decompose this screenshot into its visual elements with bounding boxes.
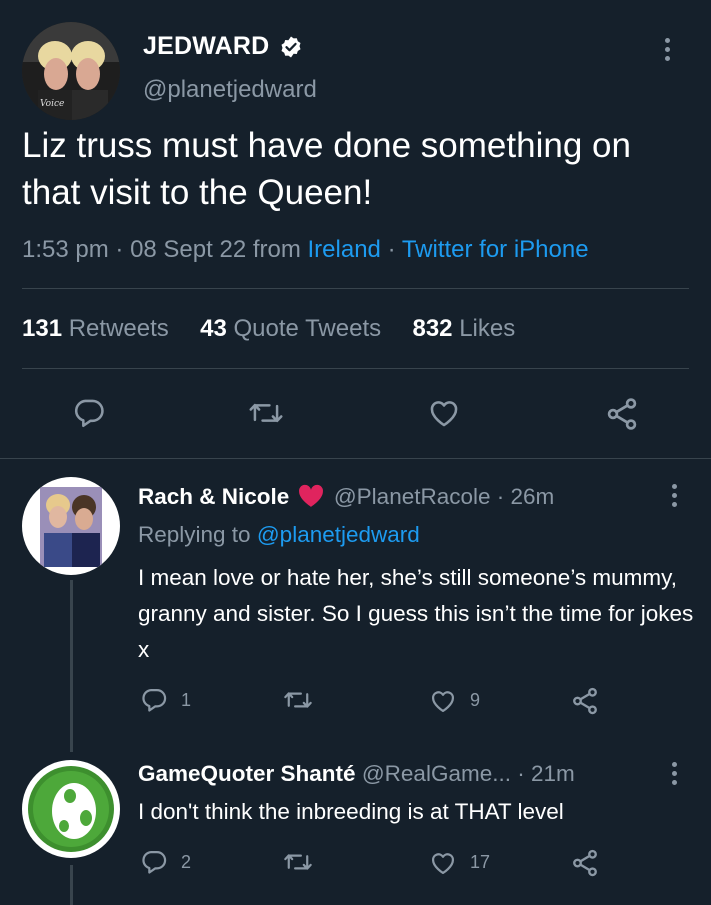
divider: [0, 458, 711, 459]
thread-line: [70, 865, 73, 905]
tweet-location[interactable]: Ireland: [308, 236, 381, 263]
thread-line: [70, 580, 73, 752]
reply-text: I don't think the inbreeding is at THAT …: [138, 799, 564, 824]
tweet-meta: 1:53 pm · 08 Sept 22 from Ireland · Twit…: [22, 236, 589, 263]
like-icon[interactable]: [426, 396, 462, 430]
more-icon[interactable]: [665, 38, 671, 65]
reply-display-name[interactable]: GameQuoter Shanté: [138, 761, 356, 786]
share-icon[interactable]: [570, 686, 600, 716]
replying-to: Replying to @planetjedward: [138, 522, 420, 547]
divider: [22, 368, 689, 369]
handle[interactable]: @planetjedward: [143, 76, 317, 104]
reply-icon[interactable]: [72, 396, 106, 430]
tweet-text: Liz truss must have done something on th…: [22, 126, 631, 212]
like-count: 9: [470, 690, 481, 710]
from-label: from: [252, 236, 301, 263]
divider: [22, 288, 689, 289]
avatar[interactable]: Voice: [22, 22, 120, 120]
reply-text: I mean love or hate her, she’s still som…: [138, 565, 694, 662]
more-icon[interactable]: [672, 762, 678, 789]
tweet-client[interactable]: Twitter for iPhone: [402, 236, 589, 263]
reply-handle[interactable]: @RealGame...: [362, 761, 511, 786]
reply-count: 1: [181, 690, 192, 710]
share-icon[interactable]: [604, 396, 640, 432]
reply-display-name[interactable]: Rach & Nicole: [138, 484, 289, 509]
reply-age[interactable]: 26m: [511, 484, 555, 509]
reply-avatar[interactable]: [22, 760, 120, 858]
like-count: 17: [470, 852, 491, 872]
retweets-stat[interactable]: 131 Retweets: [22, 315, 169, 342]
quotes-stat[interactable]: 43 Quote Tweets: [200, 315, 381, 342]
retweet-icon[interactable]: [283, 686, 313, 714]
replying-to-handle[interactable]: @planetjedward: [257, 522, 420, 547]
share-icon[interactable]: [570, 848, 600, 878]
verified-badge-icon: [279, 35, 303, 59]
retweet-icon[interactable]: [283, 848, 313, 876]
like-icon[interactable]: [428, 849, 458, 877]
tweet-stats: 131 Retweets 43 Quote Tweets 832 Likes: [22, 315, 515, 343]
display-name[interactable]: JEDWARD: [143, 32, 269, 61]
like-icon[interactable]: [428, 687, 458, 715]
tweet-date[interactable]: 08 Sept 22: [130, 236, 246, 263]
likes-stat[interactable]: 832 Likes: [412, 315, 515, 342]
reply-count: 2: [181, 852, 192, 872]
svg-text:Voice: Voice: [40, 99, 64, 109]
more-icon[interactable]: [672, 484, 678, 511]
reply-header: Rach & Nicole @PlanetRacole · 26m: [138, 484, 554, 514]
reply-icon[interactable]: [140, 848, 168, 876]
reply-handle[interactable]: @PlanetRacole: [334, 484, 491, 509]
reply-icon[interactable]: [140, 686, 168, 714]
retweet-icon[interactable]: [248, 396, 284, 430]
reply-header: GameQuoter Shanté @RealGame... · 21m: [138, 761, 575, 786]
heart-emoji-icon: [298, 484, 324, 514]
reply-avatar[interactable]: [22, 477, 120, 575]
tweet-time[interactable]: 1:53 pm: [22, 236, 109, 263]
reply-age[interactable]: 21m: [531, 761, 575, 786]
